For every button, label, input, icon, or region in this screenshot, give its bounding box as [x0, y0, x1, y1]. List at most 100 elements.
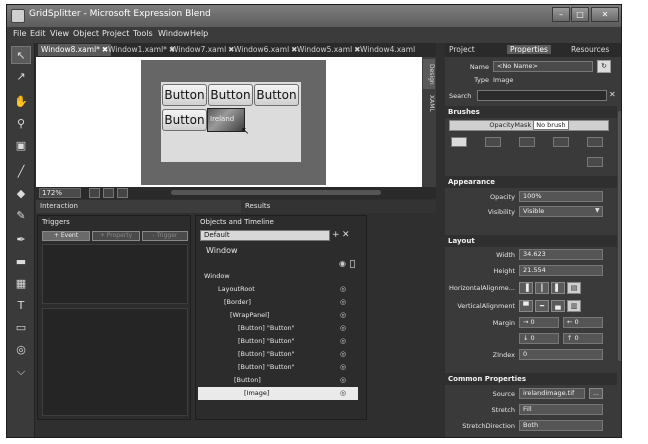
visibility-select[interactable]: Visible	[519, 206, 603, 217]
menu-object[interactable]: Object	[73, 29, 99, 38]
appearance-section-header[interactable]: Appearance	[445, 176, 617, 188]
solid-brush-icon[interactable]	[485, 137, 501, 147]
paint-bucket-icon[interactable]: ◆	[11, 185, 31, 203]
align-left-icon[interactable]: ▐	[519, 282, 533, 294]
margin-left-field[interactable]: → 0	[519, 317, 559, 328]
eyedropper-icon[interactable]: ╱	[11, 163, 31, 181]
align-stretch-icon[interactable]: ▤	[567, 282, 581, 294]
width-field[interactable]: 34.623	[519, 249, 603, 260]
horizontal-scrollbar[interactable]	[171, 190, 381, 195]
tree-item-wrappanel[interactable]: [WrapPanel] ◎	[198, 309, 358, 322]
chevron-down-icon[interactable]: ▼	[595, 207, 600, 214]
tree-item-button[interactable]: [Button] "Button" ◎	[198, 361, 358, 374]
menu-help[interactable]: Help	[190, 29, 208, 38]
design-button-4[interactable]: Button	[162, 109, 207, 131]
tab-design[interactable]: Design	[423, 59, 435, 89]
snap-grid-icon[interactable]	[103, 188, 114, 198]
pan-icon[interactable]: ✋	[11, 93, 31, 111]
tree-item-image[interactable]: [Image] ◎	[198, 387, 358, 400]
tab-window8[interactable]: Window8.xaml* ✖	[38, 44, 112, 56]
eye-icon[interactable]: ◎	[340, 348, 346, 361]
search-input[interactable]	[477, 90, 607, 101]
tab-window5[interactable]: Window5.xaml ✖	[297, 44, 360, 56]
storyboard-combo[interactable]: Default	[200, 230, 330, 241]
properties-scrollbar[interactable]	[618, 111, 621, 361]
tree-item-button-container[interactable]: [Button] ◎	[198, 374, 358, 387]
design-button-1[interactable]: Button	[162, 84, 207, 106]
eye-icon[interactable]: ◎	[340, 296, 346, 309]
selected-image[interactable]: Ireland	[207, 108, 245, 132]
camera-orbit-icon[interactable]: ▣	[11, 137, 31, 155]
clear-search-icon[interactable]: ✕	[609, 90, 616, 99]
add-event-button[interactable]: + Event	[42, 231, 90, 241]
menu-edit[interactable]: Edit	[30, 29, 46, 38]
triggers-list[interactable]	[42, 244, 188, 304]
maximize-button[interactable]: □	[571, 7, 589, 22]
name-field[interactable]: <No Name>	[493, 61, 593, 72]
artboard[interactable]: Button Button Button Button Ireland ↖	[36, 57, 422, 187]
align-bottom-icon[interactable]: ▄	[551, 300, 565, 312]
tree-item-button[interactable]: [Button] "Button" ◎	[198, 348, 358, 361]
gradient-brush-icon[interactable]	[519, 137, 535, 147]
brushes-section-header[interactable]: Brushes	[445, 106, 617, 118]
align-middle-icon[interactable]: ━	[535, 300, 549, 312]
lock-icon[interactable]	[350, 260, 355, 268]
common-properties-section-header[interactable]: Common Properties	[445, 373, 617, 385]
menu-view[interactable]: View	[50, 29, 69, 38]
close-storyboard-icon[interactable]: ✕	[342, 230, 350, 240]
tree-item-button[interactable]: [Button] "Button" ◎	[198, 335, 358, 348]
color-eyedropper-icon[interactable]	[587, 157, 603, 167]
eye-icon[interactable]: ◎	[340, 322, 346, 335]
tree-item-window[interactable]: Window	[198, 270, 358, 283]
tile-brush-icon[interactable]	[553, 137, 569, 147]
grid-toggle-icon[interactable]	[89, 188, 100, 198]
eye-icon[interactable]: ◎	[340, 374, 346, 387]
tree-item-layoutroot[interactable]: LayoutRoot ◎	[198, 283, 358, 296]
close-button[interactable]: ✕	[591, 7, 619, 22]
brush-resource-icon[interactable]	[587, 137, 603, 147]
design-button-3[interactable]: Button	[254, 84, 299, 106]
eye-icon[interactable]: ◎	[340, 387, 346, 400]
margin-right-field[interactable]: ← 0	[563, 317, 603, 328]
opacity-mask-row[interactable]: OpacityMask No brush	[449, 120, 609, 131]
margin-bottom-field[interactable]: ↑ 0	[563, 333, 603, 344]
add-storyboard-icon[interactable]: +	[332, 230, 340, 240]
height-field[interactable]: 21.554	[519, 265, 603, 276]
zindex-field[interactable]: 0	[519, 349, 603, 360]
align-vstretch-icon[interactable]: ▥	[567, 300, 581, 312]
wrap-panel[interactable]: Button Button Button Button Ireland ↖	[161, 82, 301, 162]
menu-tools[interactable]: Tools	[133, 29, 153, 38]
tab-properties[interactable]: Properties	[507, 45, 551, 54]
minimize-button[interactable]: –	[552, 7, 570, 22]
no-brush-icon[interactable]	[451, 137, 467, 147]
tab-results[interactable]: Results	[245, 202, 270, 210]
tab-project[interactable]: Project	[449, 45, 475, 54]
browse-button[interactable]: …	[589, 388, 603, 399]
add-property-button[interactable]: + Property	[92, 231, 140, 241]
design-button-2[interactable]: Button	[208, 84, 253, 106]
menu-window[interactable]: Window	[158, 29, 190, 38]
trigger-actions-area[interactable]	[42, 308, 188, 416]
rectangle-icon[interactable]: ▬	[11, 253, 31, 271]
remove-trigger-button[interactable]: - Trigger	[142, 231, 188, 241]
pen-icon[interactable]: ✒	[11, 231, 31, 249]
tab-window7[interactable]: Window7.xaml ✖	[171, 44, 234, 56]
eye-icon[interactable]: ◎	[340, 335, 346, 348]
controls-icon[interactable]: ▭	[11, 319, 31, 337]
source-select[interactable]: irelandimage.tif	[519, 388, 585, 399]
tab-window1[interactable]: Window1.xaml* ✖	[108, 44, 175, 56]
menu-project[interactable]: Project	[102, 29, 129, 38]
window-design-surface[interactable]: Button Button Button Button Ireland ↖	[141, 60, 326, 185]
eye-icon[interactable]: ◎	[340, 309, 346, 322]
brush-transform-icon[interactable]: ✎	[11, 207, 31, 225]
tab-resources[interactable]: Resources	[571, 45, 609, 54]
tree-item-border[interactable]: [Border] ◎	[198, 296, 358, 309]
events-icon[interactable]: ↻	[597, 60, 611, 73]
direct-selection-icon[interactable]: ↗	[11, 68, 31, 86]
asset-tool-icon[interactable]: ◎	[11, 341, 31, 359]
stretch-select[interactable]: Fill	[519, 404, 603, 415]
tab-window6[interactable]: Window6.xaml ✖	[234, 44, 297, 56]
opacity-mask-value[interactable]: No brush	[533, 120, 569, 130]
align-center-icon[interactable]: ┃	[535, 282, 549, 294]
layout-panel-icon[interactable]: ▦	[11, 275, 31, 293]
